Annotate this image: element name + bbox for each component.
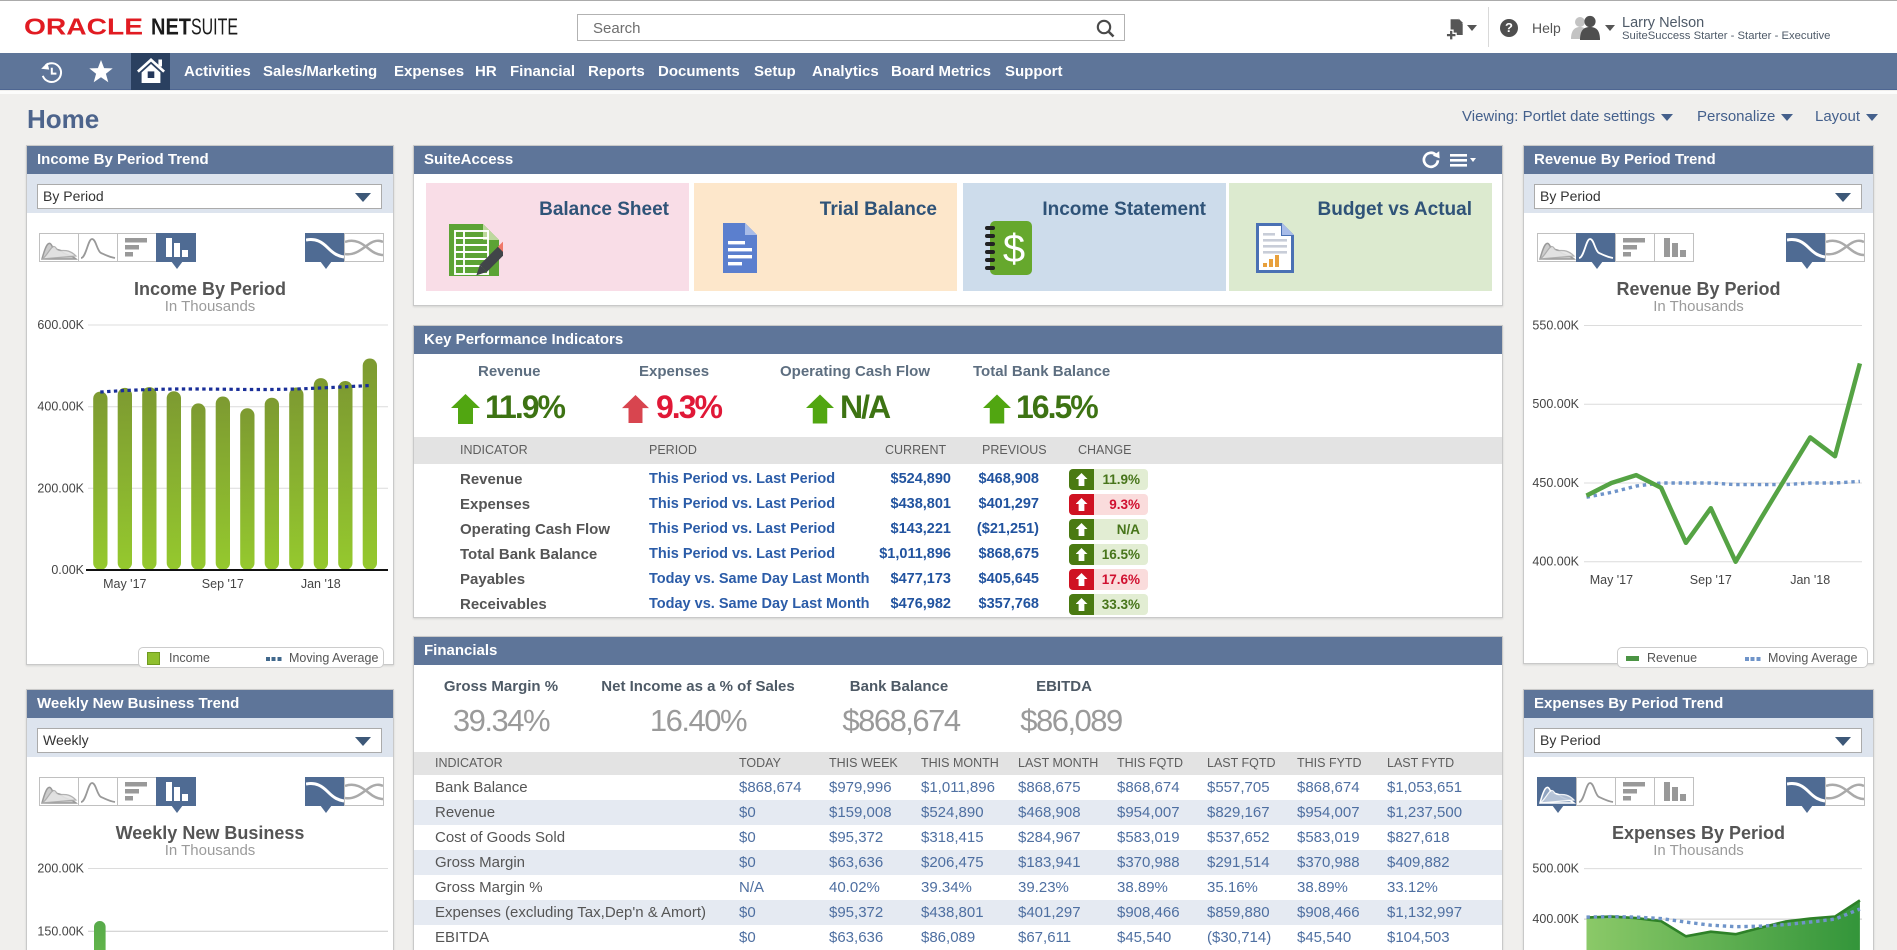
svg-text:Sep '17: Sep '17 — [202, 577, 244, 591]
svg-text:0.00K: 0.00K — [51, 563, 84, 577]
svg-text:400.00K: 400.00K — [1532, 912, 1579, 926]
svg-text:Jan '18: Jan '18 — [1790, 573, 1830, 587]
svg-text:600.00K: 600.00K — [37, 318, 84, 332]
svg-text:500.00K: 500.00K — [1532, 862, 1579, 876]
svg-text:NET: NET — [151, 15, 191, 40]
svg-text:400.00K: 400.00K — [37, 400, 84, 414]
svg-text:550.00K: 550.00K — [1532, 319, 1579, 333]
svg-text:Jan '18: Jan '18 — [301, 577, 341, 591]
svg-text:May '17: May '17 — [1590, 573, 1633, 587]
svg-text:200.00K: 200.00K — [37, 862, 84, 876]
svg-text:450.00K: 450.00K — [1532, 476, 1579, 490]
svg-text:500.00K: 500.00K — [1532, 397, 1579, 411]
svg-text:150.00K: 150.00K — [37, 924, 84, 938]
svg-text:Sep '17: Sep '17 — [1690, 573, 1732, 587]
svg-text:May '17: May '17 — [103, 577, 146, 591]
svg-text:$: $ — [1003, 227, 1025, 271]
svg-text:200.00K: 200.00K — [37, 481, 84, 495]
svg-text:ORACLE: ORACLE — [24, 15, 143, 40]
svg-text:400.00K: 400.00K — [1532, 555, 1579, 569]
svg-text:SUITE: SUITE — [191, 15, 238, 40]
